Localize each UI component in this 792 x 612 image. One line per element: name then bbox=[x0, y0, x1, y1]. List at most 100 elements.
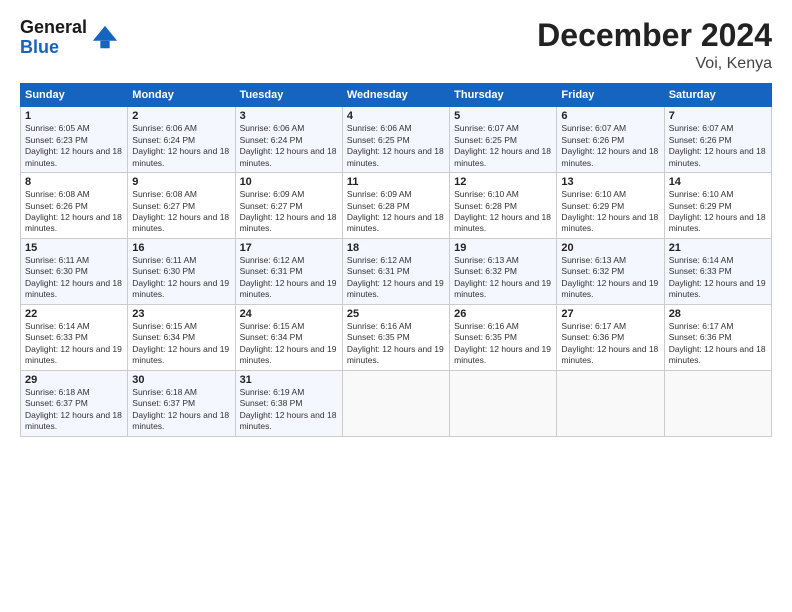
col-wednesday: Wednesday bbox=[342, 84, 449, 107]
table-cell: 11 Sunrise: 6:09 AM Sunset: 6:28 PM Dayl… bbox=[342, 173, 449, 239]
day-info: Sunrise: 6:10 AM Sunset: 6:29 PM Dayligh… bbox=[669, 189, 767, 235]
day-number: 28 bbox=[669, 308, 767, 320]
day-number: 14 bbox=[669, 176, 767, 188]
calendar-week-3: 15 Sunrise: 6:11 AM Sunset: 6:30 PM Dayl… bbox=[21, 238, 772, 304]
table-cell: 29 Sunrise: 6:18 AM Sunset: 6:37 PM Dayl… bbox=[21, 370, 128, 436]
day-info: Sunrise: 6:07 AM Sunset: 6:25 PM Dayligh… bbox=[454, 123, 552, 169]
day-info: Sunrise: 6:13 AM Sunset: 6:32 PM Dayligh… bbox=[561, 255, 659, 301]
table-cell: 12 Sunrise: 6:10 AM Sunset: 6:28 PM Dayl… bbox=[450, 173, 557, 239]
day-info: Sunrise: 6:16 AM Sunset: 6:35 PM Dayligh… bbox=[347, 321, 445, 367]
day-number: 2 bbox=[132, 110, 230, 122]
day-info: Sunrise: 6:10 AM Sunset: 6:28 PM Dayligh… bbox=[454, 189, 552, 235]
day-info: Sunrise: 6:12 AM Sunset: 6:31 PM Dayligh… bbox=[240, 255, 338, 301]
day-info: Sunrise: 6:19 AM Sunset: 6:38 PM Dayligh… bbox=[240, 387, 338, 433]
day-info: Sunrise: 6:10 AM Sunset: 6:29 PM Dayligh… bbox=[561, 189, 659, 235]
day-info: Sunrise: 6:12 AM Sunset: 6:31 PM Dayligh… bbox=[347, 255, 445, 301]
day-number: 12 bbox=[454, 176, 552, 188]
calendar-week-4: 22 Sunrise: 6:14 AM Sunset: 6:33 PM Dayl… bbox=[21, 304, 772, 370]
table-cell: 27 Sunrise: 6:17 AM Sunset: 6:36 PM Dayl… bbox=[557, 304, 664, 370]
calendar-table: Sunday Monday Tuesday Wednesday Thursday… bbox=[20, 83, 772, 436]
day-info: Sunrise: 6:14 AM Sunset: 6:33 PM Dayligh… bbox=[25, 321, 123, 367]
day-info: Sunrise: 6:18 AM Sunset: 6:37 PM Dayligh… bbox=[132, 387, 230, 433]
table-cell: 2 Sunrise: 6:06 AM Sunset: 6:24 PM Dayli… bbox=[128, 107, 235, 173]
table-cell: 13 Sunrise: 6:10 AM Sunset: 6:29 PM Dayl… bbox=[557, 173, 664, 239]
title-area: December 2024 Voi, Kenya bbox=[537, 18, 772, 73]
table-cell bbox=[664, 370, 771, 436]
day-info: Sunrise: 6:14 AM Sunset: 6:33 PM Dayligh… bbox=[669, 255, 767, 301]
day-info: Sunrise: 6:11 AM Sunset: 6:30 PM Dayligh… bbox=[25, 255, 123, 301]
day-number: 19 bbox=[454, 242, 552, 254]
col-sunday: Sunday bbox=[21, 84, 128, 107]
day-info: Sunrise: 6:17 AM Sunset: 6:36 PM Dayligh… bbox=[669, 321, 767, 367]
table-cell: 20 Sunrise: 6:13 AM Sunset: 6:32 PM Dayl… bbox=[557, 238, 664, 304]
table-cell: 4 Sunrise: 6:06 AM Sunset: 6:25 PM Dayli… bbox=[342, 107, 449, 173]
col-thursday: Thursday bbox=[450, 84, 557, 107]
table-cell: 16 Sunrise: 6:11 AM Sunset: 6:30 PM Dayl… bbox=[128, 238, 235, 304]
table-cell: 14 Sunrise: 6:10 AM Sunset: 6:29 PM Dayl… bbox=[664, 173, 771, 239]
day-info: Sunrise: 6:09 AM Sunset: 6:28 PM Dayligh… bbox=[347, 189, 445, 235]
calendar-week-5: 29 Sunrise: 6:18 AM Sunset: 6:37 PM Dayl… bbox=[21, 370, 772, 436]
day-info: Sunrise: 6:07 AM Sunset: 6:26 PM Dayligh… bbox=[669, 123, 767, 169]
col-friday: Friday bbox=[557, 84, 664, 107]
day-number: 23 bbox=[132, 308, 230, 320]
day-info: Sunrise: 6:18 AM Sunset: 6:37 PM Dayligh… bbox=[25, 387, 123, 433]
day-number: 8 bbox=[25, 176, 123, 188]
month-title: December 2024 bbox=[537, 18, 772, 53]
table-cell: 7 Sunrise: 6:07 AM Sunset: 6:26 PM Dayli… bbox=[664, 107, 771, 173]
day-number: 15 bbox=[25, 242, 123, 254]
day-info: Sunrise: 6:15 AM Sunset: 6:34 PM Dayligh… bbox=[132, 321, 230, 367]
table-cell: 26 Sunrise: 6:16 AM Sunset: 6:35 PM Dayl… bbox=[450, 304, 557, 370]
day-number: 18 bbox=[347, 242, 445, 254]
logo-general: General bbox=[20, 18, 87, 38]
day-number: 5 bbox=[454, 110, 552, 122]
day-info: Sunrise: 6:09 AM Sunset: 6:27 PM Dayligh… bbox=[240, 189, 338, 235]
logo-icon bbox=[91, 24, 119, 52]
day-info: Sunrise: 6:06 AM Sunset: 6:25 PM Dayligh… bbox=[347, 123, 445, 169]
calendar-week-1: 1 Sunrise: 6:05 AM Sunset: 6:23 PM Dayli… bbox=[21, 107, 772, 173]
day-number: 16 bbox=[132, 242, 230, 254]
table-cell bbox=[450, 370, 557, 436]
day-info: Sunrise: 6:13 AM Sunset: 6:32 PM Dayligh… bbox=[454, 255, 552, 301]
table-cell: 24 Sunrise: 6:15 AM Sunset: 6:34 PM Dayl… bbox=[235, 304, 342, 370]
day-number: 4 bbox=[347, 110, 445, 122]
day-number: 27 bbox=[561, 308, 659, 320]
table-cell: 18 Sunrise: 6:12 AM Sunset: 6:31 PM Dayl… bbox=[342, 238, 449, 304]
day-number: 22 bbox=[25, 308, 123, 320]
day-number: 11 bbox=[347, 176, 445, 188]
table-cell: 17 Sunrise: 6:12 AM Sunset: 6:31 PM Dayl… bbox=[235, 238, 342, 304]
location: Voi, Kenya bbox=[537, 55, 772, 73]
table-cell: 5 Sunrise: 6:07 AM Sunset: 6:25 PM Dayli… bbox=[450, 107, 557, 173]
day-info: Sunrise: 6:07 AM Sunset: 6:26 PM Dayligh… bbox=[561, 123, 659, 169]
table-cell: 9 Sunrise: 6:08 AM Sunset: 6:27 PM Dayli… bbox=[128, 173, 235, 239]
col-monday: Monday bbox=[128, 84, 235, 107]
table-cell: 15 Sunrise: 6:11 AM Sunset: 6:30 PM Dayl… bbox=[21, 238, 128, 304]
day-info: Sunrise: 6:08 AM Sunset: 6:27 PM Dayligh… bbox=[132, 189, 230, 235]
day-number: 9 bbox=[132, 176, 230, 188]
col-tuesday: Tuesday bbox=[235, 84, 342, 107]
day-number: 10 bbox=[240, 176, 338, 188]
table-cell: 31 Sunrise: 6:19 AM Sunset: 6:38 PM Dayl… bbox=[235, 370, 342, 436]
day-number: 26 bbox=[454, 308, 552, 320]
table-cell: 1 Sunrise: 6:05 AM Sunset: 6:23 PM Dayli… bbox=[21, 107, 128, 173]
day-number: 1 bbox=[25, 110, 123, 122]
day-number: 25 bbox=[347, 308, 445, 320]
day-info: Sunrise: 6:06 AM Sunset: 6:24 PM Dayligh… bbox=[240, 123, 338, 169]
table-cell: 30 Sunrise: 6:18 AM Sunset: 6:37 PM Dayl… bbox=[128, 370, 235, 436]
day-number: 30 bbox=[132, 374, 230, 386]
day-info: Sunrise: 6:16 AM Sunset: 6:35 PM Dayligh… bbox=[454, 321, 552, 367]
table-cell: 22 Sunrise: 6:14 AM Sunset: 6:33 PM Dayl… bbox=[21, 304, 128, 370]
table-cell: 25 Sunrise: 6:16 AM Sunset: 6:35 PM Dayl… bbox=[342, 304, 449, 370]
day-info: Sunrise: 6:08 AM Sunset: 6:26 PM Dayligh… bbox=[25, 189, 123, 235]
day-info: Sunrise: 6:17 AM Sunset: 6:36 PM Dayligh… bbox=[561, 321, 659, 367]
logo-blue: Blue bbox=[20, 38, 87, 58]
page-header: General Blue December 2024 Voi, Kenya bbox=[20, 18, 772, 73]
day-number: 29 bbox=[25, 374, 123, 386]
day-info: Sunrise: 6:05 AM Sunset: 6:23 PM Dayligh… bbox=[25, 123, 123, 169]
day-number: 20 bbox=[561, 242, 659, 254]
day-info: Sunrise: 6:11 AM Sunset: 6:30 PM Dayligh… bbox=[132, 255, 230, 301]
day-number: 17 bbox=[240, 242, 338, 254]
col-saturday: Saturday bbox=[664, 84, 771, 107]
table-cell: 8 Sunrise: 6:08 AM Sunset: 6:26 PM Dayli… bbox=[21, 173, 128, 239]
day-number: 21 bbox=[669, 242, 767, 254]
day-info: Sunrise: 6:06 AM Sunset: 6:24 PM Dayligh… bbox=[132, 123, 230, 169]
